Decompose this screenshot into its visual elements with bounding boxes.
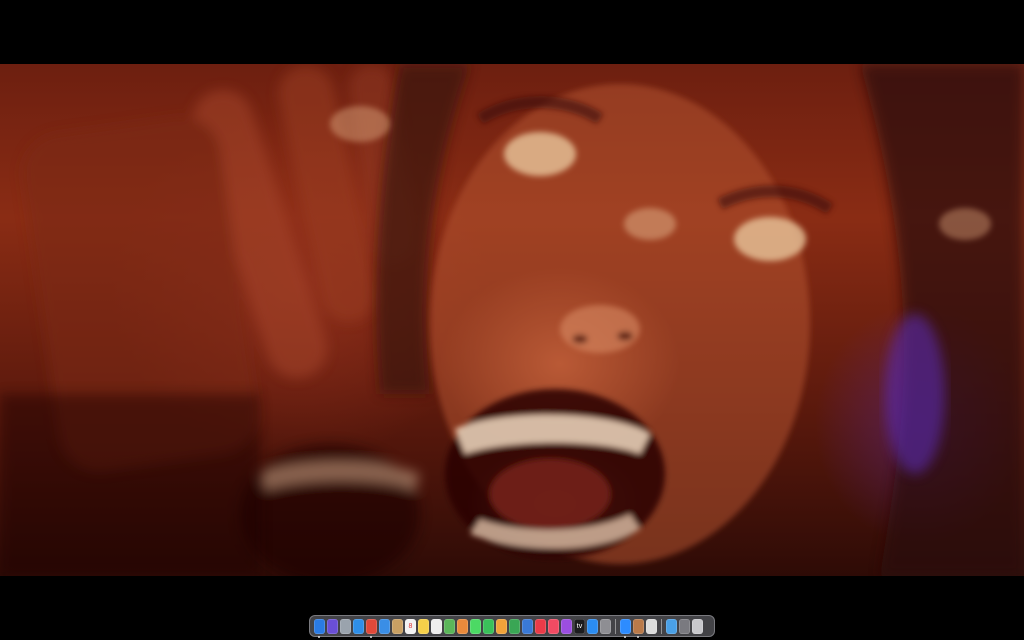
calendar-icon[interactable]: 8 (405, 618, 416, 634)
keynote-icon[interactable] (522, 618, 533, 634)
news-icon[interactable] (535, 618, 546, 634)
video-frame-art (0, 64, 1024, 576)
preview-icon[interactable] (633, 618, 644, 638)
system-preferences-icon[interactable] (600, 618, 611, 634)
reminders-icon[interactable] (431, 618, 442, 634)
dock-separator (661, 618, 662, 634)
running-indicator (370, 635, 372, 638)
facetime-icon[interactable] (483, 618, 494, 634)
tv-icon[interactable]: tv (574, 618, 585, 634)
notes-icon[interactable] (418, 618, 429, 634)
siri-icon[interactable] (327, 618, 338, 634)
calendar-label: 8 (408, 622, 413, 630)
numbers-icon[interactable] (509, 618, 520, 634)
zoom-icon[interactable] (620, 618, 631, 638)
launchpad-icon[interactable] (340, 618, 351, 634)
app-store-icon[interactable] (587, 618, 598, 634)
video-frame[interactable] (0, 64, 1024, 576)
safari-icon[interactable] (353, 618, 364, 634)
photos-icon[interactable] (457, 618, 468, 634)
mail-icon[interactable] (379, 618, 390, 634)
dock: 8 tv (309, 615, 715, 638)
tv-label: tv (576, 622, 583, 630)
messages-icon[interactable] (470, 618, 481, 634)
chrome-icon[interactable] (366, 618, 377, 638)
screenshot-stack-icon[interactable] (679, 618, 690, 634)
textedit-icon[interactable] (646, 618, 657, 634)
finder-icon[interactable] (314, 618, 325, 638)
desktop-screen: 8 tv (0, 0, 1024, 640)
pages-icon[interactable] (496, 618, 507, 634)
music-icon[interactable] (548, 618, 559, 634)
maps-icon[interactable] (444, 618, 455, 634)
running-indicator (318, 635, 320, 638)
podcasts-icon[interactable] (561, 618, 572, 634)
contacts-icon[interactable] (392, 618, 403, 634)
running-indicator (624, 635, 626, 638)
downloads-folder-icon[interactable] (666, 618, 677, 634)
running-indicator (637, 635, 639, 638)
dock-separator (615, 618, 616, 634)
trash-icon[interactable] (692, 618, 703, 634)
